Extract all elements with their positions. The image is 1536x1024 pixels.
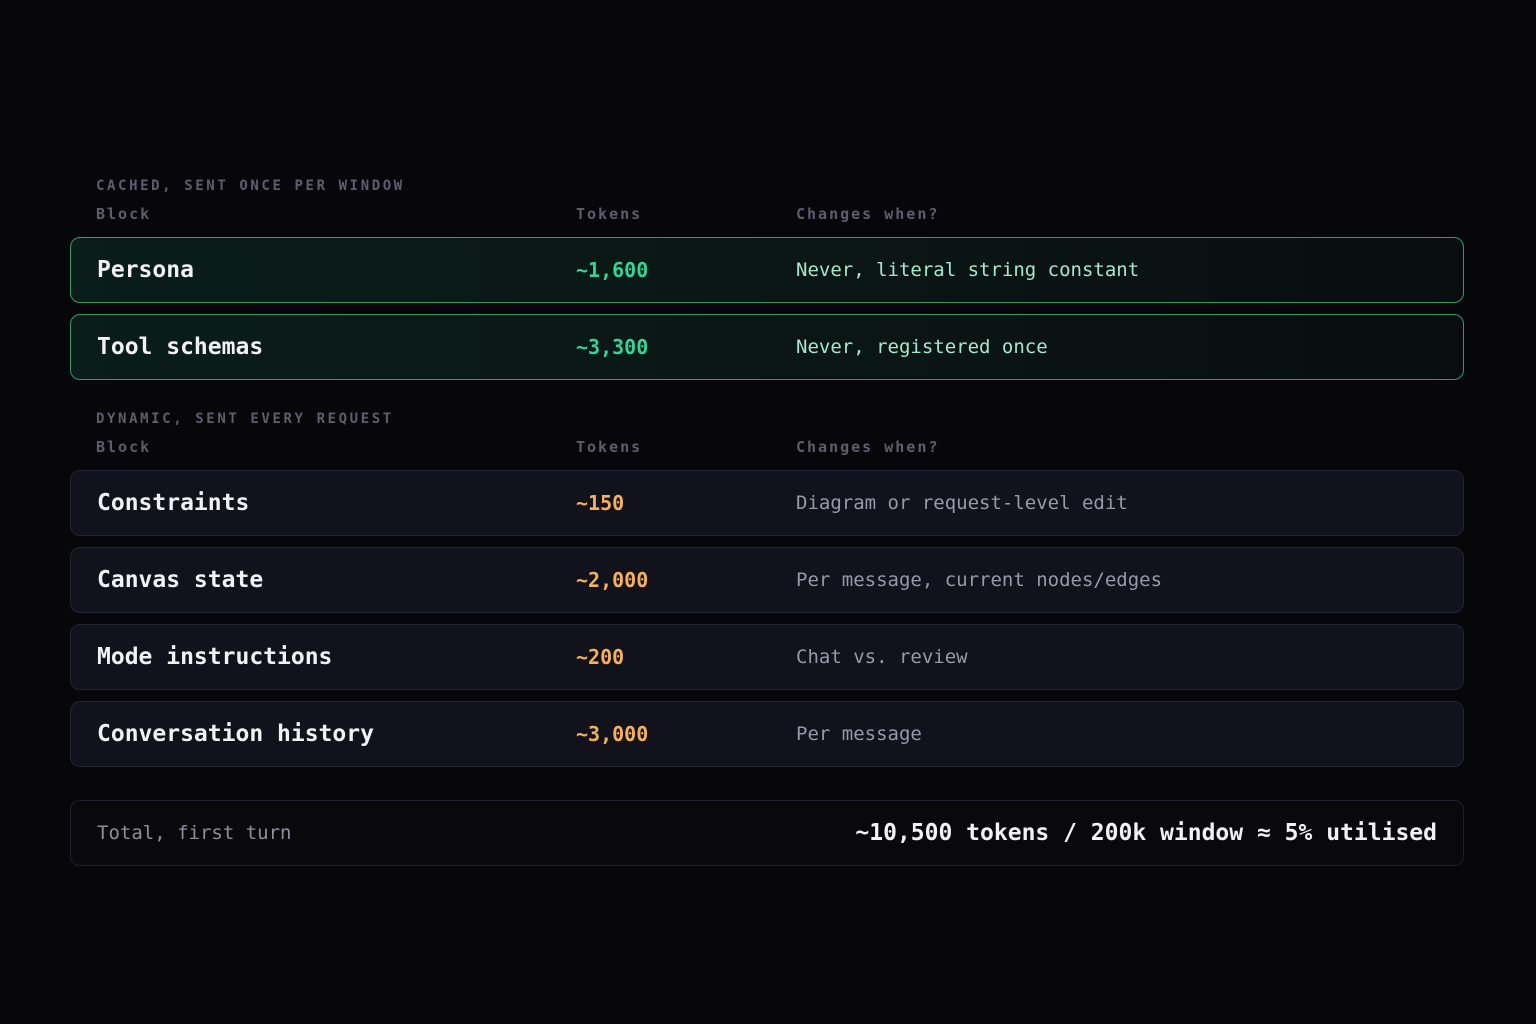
token-count: ~150 <box>576 491 625 515</box>
table-row-persona: Persona ~1,600 Never, literal string con… <box>70 237 1464 303</box>
changes-when: Never, registered once <box>796 336 1048 358</box>
table-row-canvas-state: Canvas state ~2,000 Per message, current… <box>70 547 1464 613</box>
column-header-changes-when: Changes when? <box>796 205 940 223</box>
block-name: Conversation history <box>97 721 374 747</box>
block-name: Constraints <box>97 490 250 516</box>
table-row-tool-schemas: Tool schemas ~3,300 Never, registered on… <box>70 314 1464 380</box>
changes-when: Never, literal string constant <box>796 259 1140 281</box>
column-header-block: Block <box>96 205 152 223</box>
table-row-constraints: Constraints ~150 Diagram or request-leve… <box>70 470 1464 536</box>
dynamic-column-headers: Block Tokens Changes when? <box>96 438 1396 458</box>
changes-when: Diagram or request-level edit <box>796 492 1128 514</box>
column-header-changes-when: Changes when? <box>796 438 940 456</box>
column-header-block: Block <box>96 438 152 456</box>
changes-when: Per message, current nodes/edges <box>796 569 1163 591</box>
cached-column-headers: Block Tokens Changes when? <box>96 205 1396 225</box>
block-name: Persona <box>97 257 194 283</box>
table-row-conversation-history: Conversation history ~3,000 Per message <box>70 701 1464 767</box>
token-count: ~2,000 <box>576 568 649 592</box>
block-name: Canvas state <box>97 567 264 593</box>
cached-section-label: CACHED, SENT ONCE PER WINDOW <box>96 178 405 194</box>
block-name: Tool schemas <box>97 334 264 360</box>
dynamic-section-label: DYNAMIC, SENT EVERY REQUEST <box>96 411 394 427</box>
changes-when: Per message <box>796 723 922 745</box>
token-count: ~3,300 <box>576 335 649 359</box>
changes-when: Chat vs. review <box>796 646 968 668</box>
total-label: Total, first turn <box>97 822 292 844</box>
column-header-tokens: Tokens <box>576 438 643 456</box>
token-budget-table: CACHED, SENT ONCE PER WINDOW Block Token… <box>0 0 1536 1024</box>
token-count: ~3,000 <box>576 722 649 746</box>
total-value: ~10,500 tokens / 200k window ≈ 5% utilis… <box>855 820 1437 846</box>
token-count: ~1,600 <box>576 258 649 282</box>
column-header-tokens: Tokens <box>576 205 643 223</box>
total-row: Total, first turn ~10,500 tokens / 200k … <box>70 800 1464 866</box>
block-name: Mode instructions <box>97 644 333 670</box>
table-row-mode-instructions: Mode instructions ~200 Chat vs. review <box>70 624 1464 690</box>
token-count: ~200 <box>576 645 625 669</box>
